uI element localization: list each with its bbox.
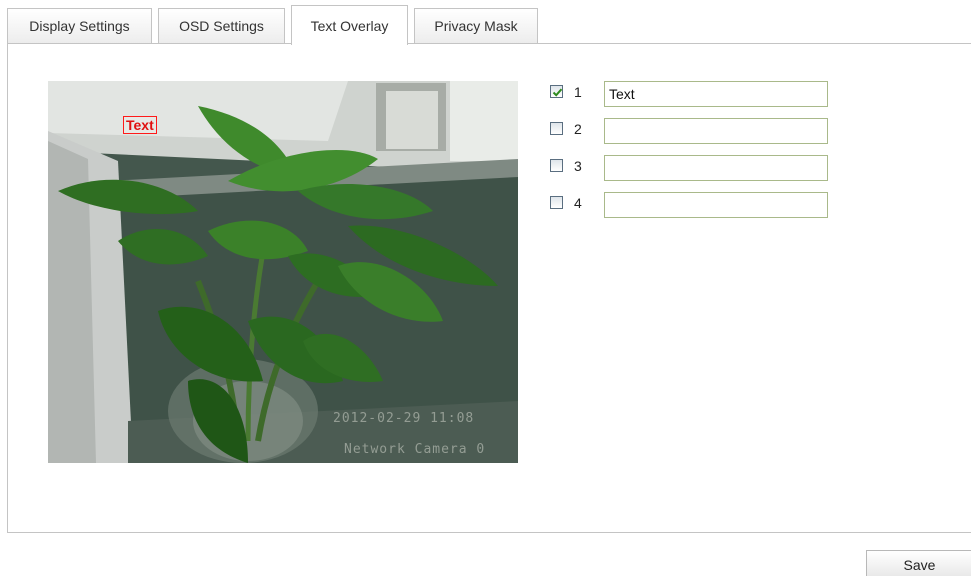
overlay-1-text-field[interactable] xyxy=(604,81,828,107)
tab-text-overlay[interactable]: Text Overlay xyxy=(291,5,408,45)
tab-display-settings[interactable]: Display Settings xyxy=(7,8,152,44)
overlay-3-checkbox[interactable] xyxy=(550,159,563,172)
overlay-4-number: 4 xyxy=(574,195,582,211)
overlay-2-checkbox[interactable] xyxy=(550,122,563,135)
tab-privacy-mask[interactable]: Privacy Mask xyxy=(414,8,538,44)
overlay-2-text-field[interactable] xyxy=(604,118,828,144)
overlay-4-checkbox[interactable] xyxy=(550,196,563,209)
camera-preview: Text 2012-02-29 11:08 Network Camera 0 xyxy=(48,81,518,463)
save-button[interactable]: Save xyxy=(866,550,971,576)
osd-camera-name: Network Camera 0 xyxy=(344,442,486,457)
tab-osd-settings[interactable]: OSD Settings xyxy=(158,8,285,44)
overlay-3-text-field[interactable] xyxy=(604,155,828,181)
osd-datetime: 2012-02-29 11:08 xyxy=(333,411,475,426)
settings-tabs: Display Settings OSD Settings Text Overl… xyxy=(7,5,971,45)
overlay-1-checkbox[interactable] xyxy=(550,85,563,98)
text-overlay-page: Display Settings OSD Settings Text Overl… xyxy=(0,0,971,576)
overlay-2-number: 2 xyxy=(574,121,582,137)
checkmark-icon xyxy=(552,88,563,97)
text-overlay-box[interactable]: Text xyxy=(123,116,157,134)
overlay-3-number: 3 xyxy=(574,158,582,174)
overlay-1-number: 1 xyxy=(574,84,582,100)
camera-image xyxy=(48,81,518,463)
overlay-4-text-field[interactable] xyxy=(604,192,828,218)
